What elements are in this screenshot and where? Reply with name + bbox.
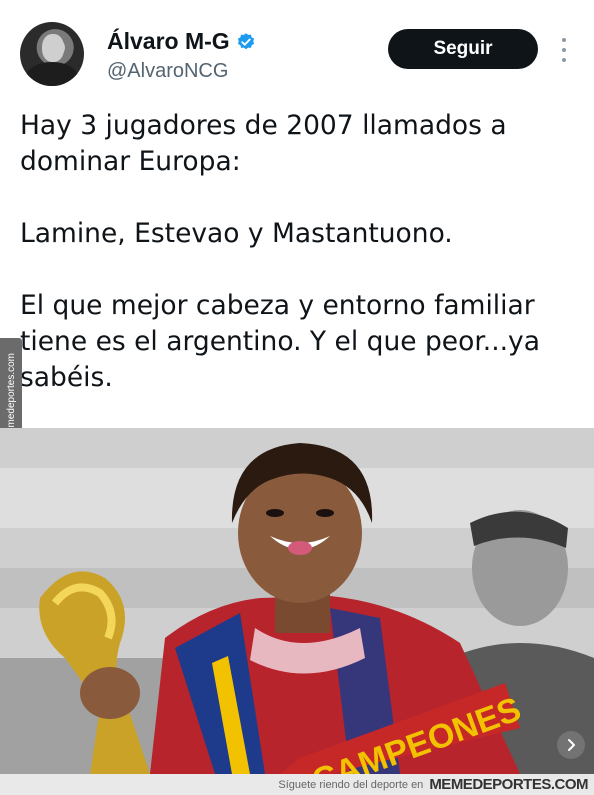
footer-brand: MEMEDEPORTES.COM [429, 776, 588, 793]
avatar-face [42, 34, 64, 62]
author-avatar[interactable] [20, 22, 84, 86]
author-name[interactable]: Álvaro M-G [107, 28, 230, 55]
carousel-next-button[interactable] [557, 731, 585, 759]
more-dot [562, 48, 566, 52]
more-dot [562, 38, 566, 42]
more-options-icon[interactable] [556, 38, 572, 62]
author-handle[interactable]: @AlvaroNCG [107, 60, 228, 83]
tweet-media-image[interactable]: CAMPEONES [0, 428, 594, 774]
more-dot [562, 58, 566, 62]
footer-tagline: Síguete riendo del deporte en [278, 778, 424, 791]
author-name-row[interactable]: Álvaro M-G [107, 28, 256, 55]
avatar-shoulders [26, 62, 78, 86]
tweet-paragraph: Hay 3 jugadores de 2007 llamados a domin… [20, 110, 507, 177]
tweet-paragraph: El que mejor cabeza y entorno familiar t… [20, 290, 540, 393]
verified-badge-icon [237, 32, 254, 49]
tweet-paragraph: Lamine, Estevao y Mastantuono. [20, 218, 453, 249]
tweet-text: Hay 3 jugadores de 2007 llamados a domin… [20, 108, 580, 396]
watermark-footer: Síguete riendo del deporte en MEMEDEPORT… [0, 774, 594, 795]
chevron-right-icon [568, 739, 575, 751]
player-photo: CAMPEONES [0, 428, 594, 774]
follow-button[interactable]: Seguir [388, 29, 538, 69]
